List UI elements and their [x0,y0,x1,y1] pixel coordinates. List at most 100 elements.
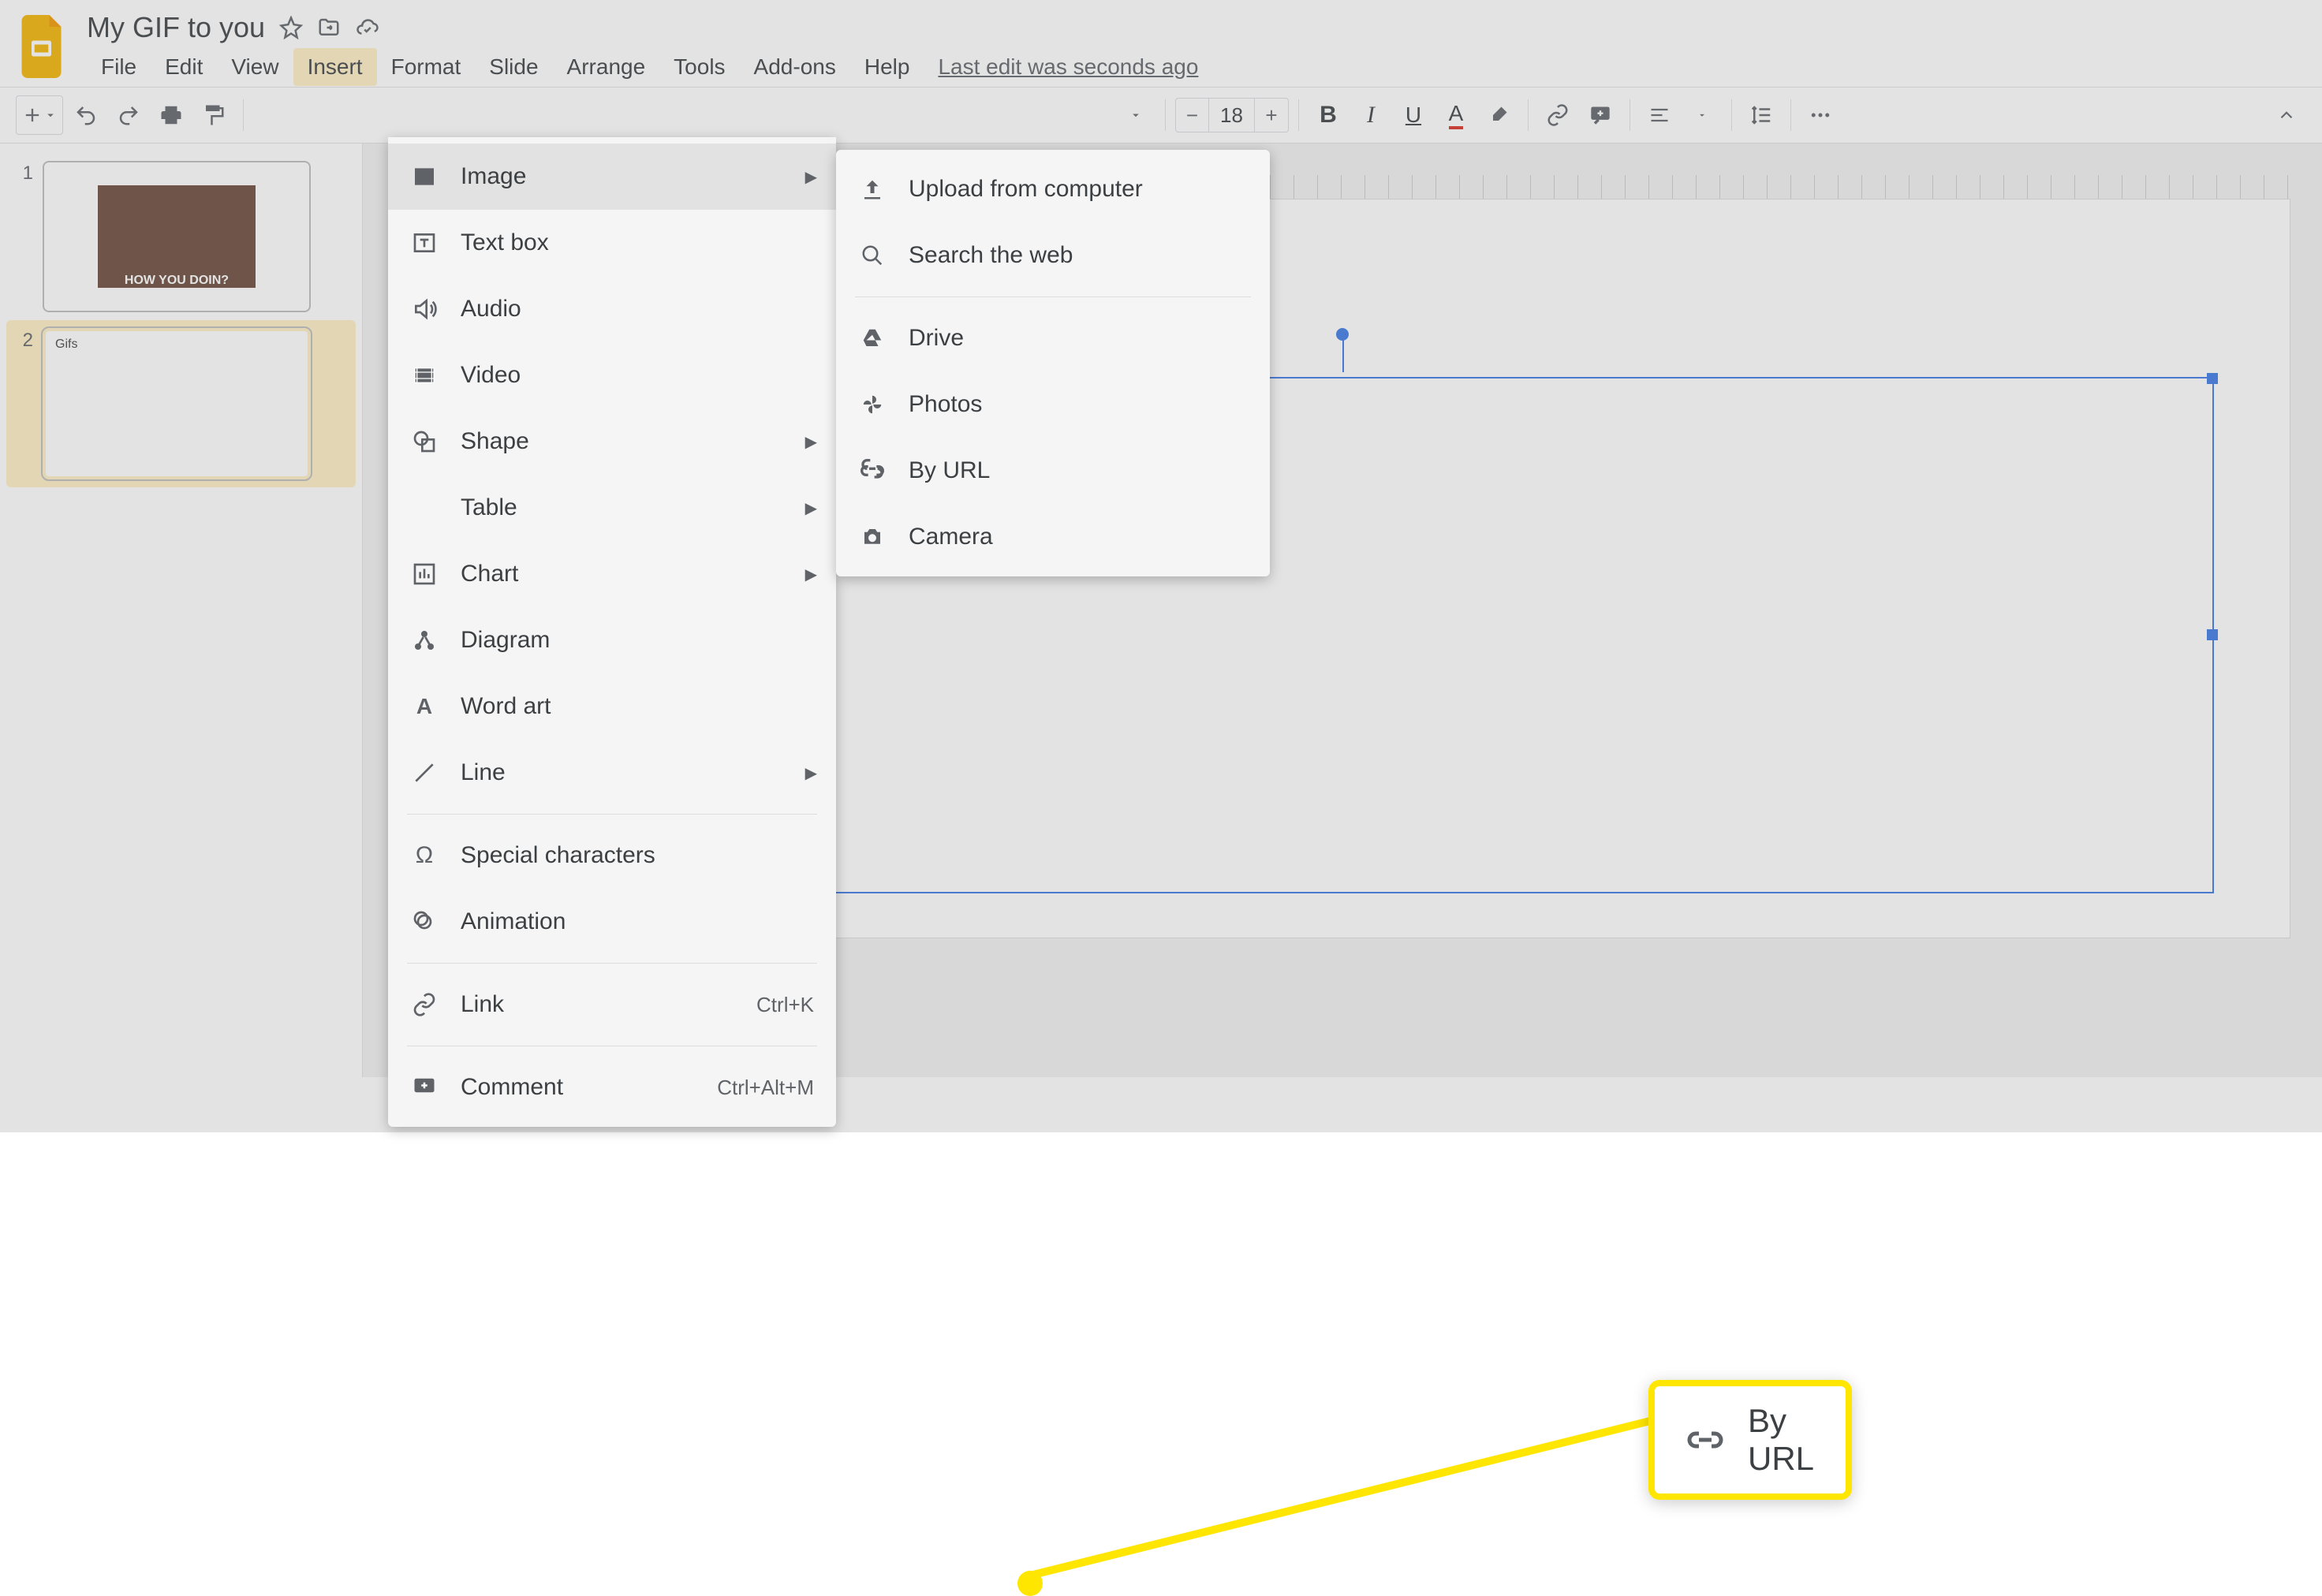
menu-item-chart[interactable]: Chart ▶ [388,541,836,607]
shape-icon [410,429,439,454]
menu-arrange[interactable]: Arrange [553,48,660,86]
print-button[interactable] [151,95,191,135]
menu-item-shape[interactable]: Shape ▶ [388,408,836,475]
animation-icon [410,909,439,934]
line-spacing-button[interactable] [1742,95,1781,135]
menu-addons[interactable]: Add-ons [740,48,850,86]
slide-number: 2 [14,328,33,479]
highlight-button[interactable] [1479,95,1518,135]
menu-label: Text box [461,229,549,256]
resize-handle[interactable] [2207,629,2218,640]
submenu-arrow-icon: ▶ [805,498,817,518]
menu-insert[interactable]: Insert [293,48,377,86]
menu-file[interactable]: File [87,48,151,86]
menu-view[interactable]: View [217,48,293,86]
decrease-font-button[interactable]: − [1176,98,1209,132]
menu-label: Animation [461,908,566,935]
photos-icon [858,393,887,416]
menu-item-line[interactable]: Line ▶ [388,740,836,806]
menu-label: Photos [909,391,982,418]
slide-thumbnail-2[interactable]: 2 Gifs [6,320,356,487]
menu-item-by-url[interactable]: By URL [836,438,1270,504]
menu-item-table[interactable]: Table ▶ [388,475,836,541]
menu-label: Line [461,759,506,786]
undo-button[interactable] [66,95,106,135]
diagram-icon [410,628,439,653]
align-button[interactable] [1640,95,1679,135]
menu-label: Link [461,991,504,1018]
paint-format-button[interactable] [194,95,233,135]
increase-font-button[interactable]: + [1255,98,1288,132]
slides-logo[interactable] [16,11,71,82]
menu-label: Table [461,494,517,521]
menu-edit[interactable]: Edit [151,48,217,86]
video-icon [410,363,439,388]
menu-item-drive[interactable]: Drive [836,305,1270,371]
menu-item-animation[interactable]: Animation [388,889,836,955]
menu-slide[interactable]: Slide [475,48,552,86]
menu-label: By URL [909,457,990,484]
resize-handle[interactable] [2207,373,2218,384]
thumb-caption: Gifs [55,337,77,352]
menu-label: Video [461,362,521,389]
underline-button[interactable]: U [1394,95,1433,135]
shortcut-label: Ctrl+Alt+M [717,1076,814,1100]
callout-label: By URL [1748,1402,1814,1478]
shortcut-label: Ctrl+K [756,993,814,1017]
thumb-caption: HOW YOU DOIN? [98,185,256,288]
bold-button[interactable]: B [1308,95,1348,135]
menu-item-video[interactable]: Video [388,342,836,408]
menu-item-wordart[interactable]: A Word art [388,673,836,740]
menu-item-diagram[interactable]: Diagram [388,607,836,673]
redo-button[interactable] [109,95,148,135]
menu-item-audio[interactable]: Audio [388,276,836,342]
menu-label: Chart [461,561,518,587]
zoom-dropdown[interactable] [1116,95,1155,135]
slide-thumbnail-1[interactable]: 1 HOW YOU DOIN? [6,153,356,320]
menu-help[interactable]: Help [850,48,924,86]
menu-item-textbox[interactable]: Text box [388,210,836,276]
menu-item-image[interactable]: Image ▶ [388,144,836,210]
insert-comment-button[interactable] [1581,95,1620,135]
chart-icon [410,561,439,587]
submenu-arrow-icon: ▶ [805,167,817,187]
menu-label: Image [461,163,526,190]
image-icon [410,164,439,189]
menu-item-upload[interactable]: Upload from computer [836,156,1270,222]
italic-button[interactable]: I [1351,95,1391,135]
menu-item-photos[interactable]: Photos [836,371,1270,438]
more-button[interactable] [1801,95,1840,135]
text-color-button[interactable]: A [1436,95,1476,135]
insert-link-button[interactable] [1538,95,1577,135]
star-icon[interactable] [279,16,303,39]
comment-icon [410,1076,439,1099]
document-title[interactable]: My GIF to you [87,11,265,44]
last-edit-link[interactable]: Last edit was seconds ago [938,54,1198,80]
font-size-control[interactable]: − 18 + [1175,98,1289,132]
menu-item-special-characters[interactable]: Ω Special characters [388,822,836,889]
insert-menu-dropdown: Image ▶ Text box Audio Video Shape ▶ Tab… [388,137,836,1127]
submenu-arrow-icon: ▶ [805,565,817,584]
camera-icon [858,525,887,549]
menu-label: Special characters [461,842,655,869]
move-icon[interactable] [317,16,341,39]
rotate-handle[interactable] [1336,328,1349,341]
link-icon [858,458,887,483]
toolbar: − 18 + B I U A [0,87,2322,144]
font-size-value[interactable]: 18 [1209,98,1255,132]
drive-icon [858,326,887,350]
menu-tools[interactable]: Tools [659,48,739,86]
menu-item-search-web[interactable]: Search the web [836,222,1270,289]
menu-bar: File Edit View Insert Format Slide Arran… [87,47,2306,87]
submenu-arrow-icon: ▶ [805,763,817,783]
menu-item-camera[interactable]: Camera [836,504,1270,570]
new-slide-button[interactable] [16,95,63,135]
menu-item-comment[interactable]: Comment Ctrl+Alt+M [388,1054,836,1121]
menu-format[interactable]: Format [377,48,476,86]
cloud-status-icon[interactable] [355,16,380,39]
menu-item-link[interactable]: Link Ctrl+K [388,971,836,1038]
align-dropdown[interactable] [1682,95,1722,135]
menu-label: Audio [461,296,521,323]
search-icon [858,244,887,267]
collapse-toolbar-button[interactable] [2267,95,2306,135]
